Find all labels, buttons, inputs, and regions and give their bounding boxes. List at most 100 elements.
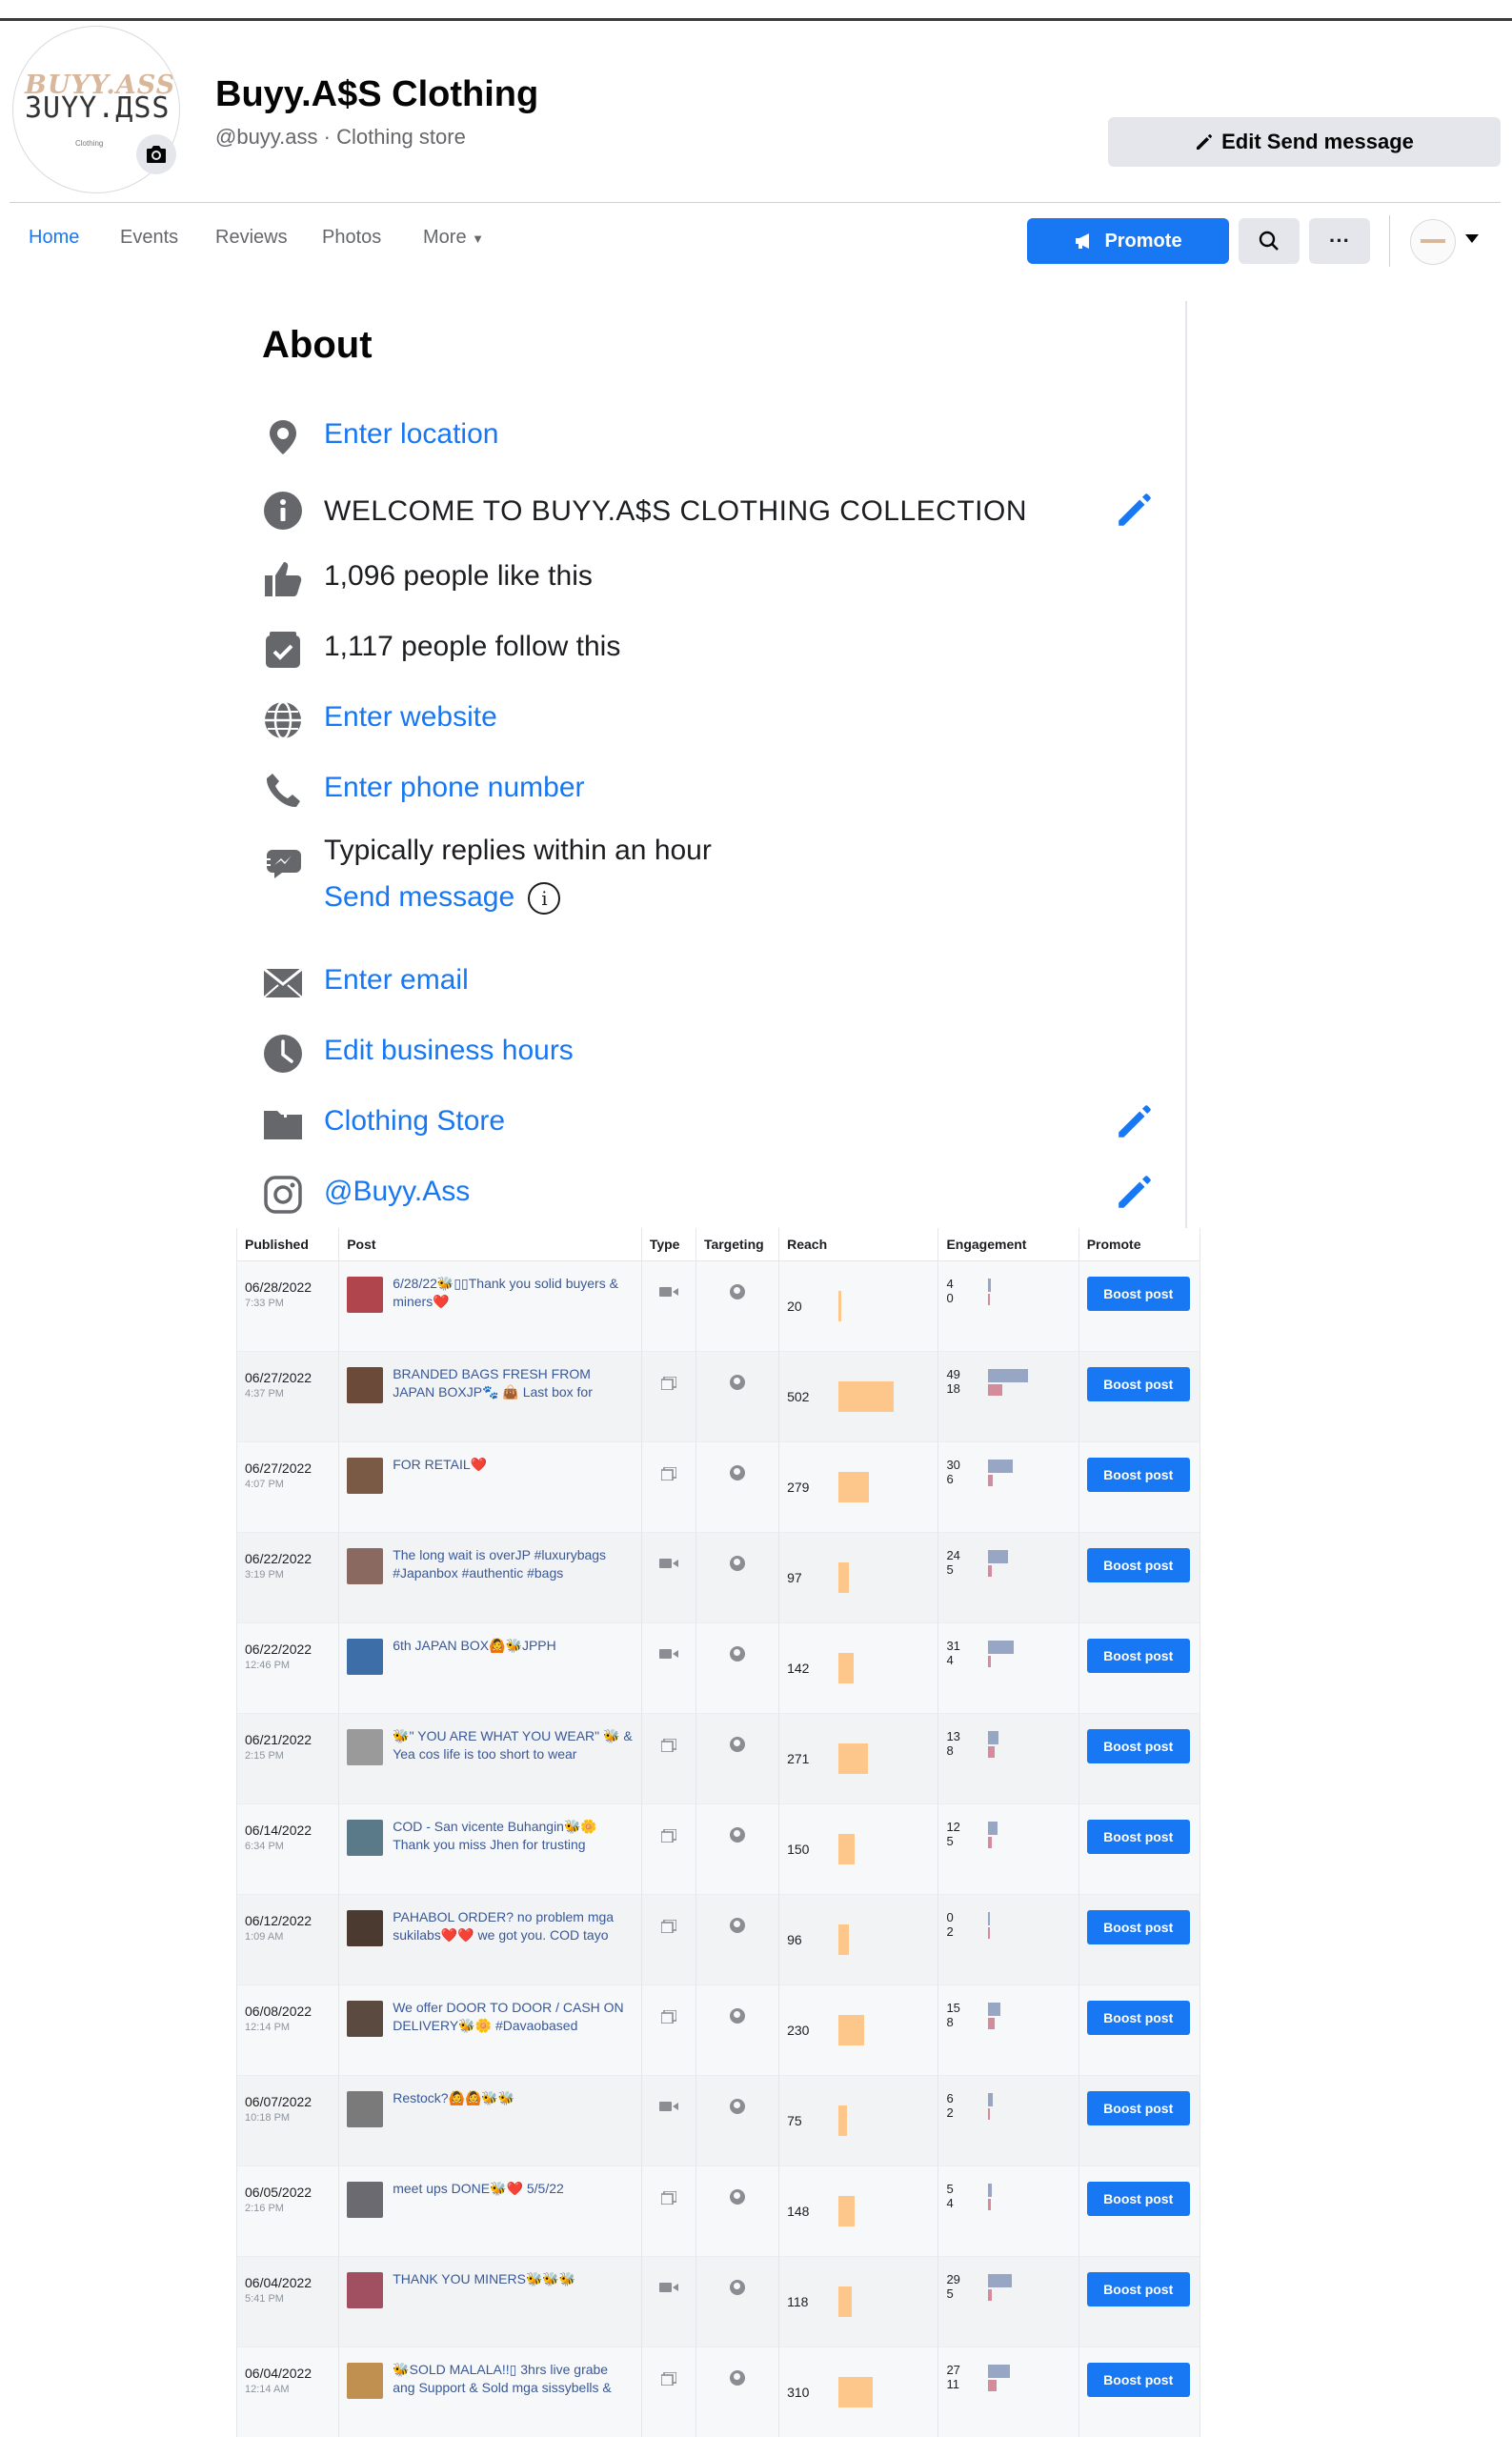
post-text[interactable]: meet ups DONE🐝❤️ 5/5/22 [393,2180,634,2218]
table-row[interactable]: 06/04/20225:41 PMTHANK YOU MINERS🐝🐝🐝1182… [237,2257,1200,2347]
post-text[interactable]: 6/28/22🐝▯▯Thank you solid buyers & miner… [393,1275,634,1313]
table-row[interactable]: 06/08/202212:14 PMWe offer DOOR TO DOOR … [237,1985,1200,2076]
boost-post-button[interactable]: Boost post [1087,2001,1190,2035]
table-row[interactable]: 06/14/20226:34 PMCOD - San vicente Buhan… [237,1804,1200,1895]
account-avatar[interactable] [1410,219,1456,265]
post-thumbnail[interactable] [347,2001,383,2037]
email-link[interactable]: Enter email [324,964,469,997]
table-row[interactable]: 06/12/20221:09 AMPAHABOL ORDER? no probl… [237,1895,1200,1985]
info-circle-icon[interactable]: i [528,882,560,915]
table-row[interactable]: 06/22/20223:19 PM The long wait is overJP… [237,1533,1200,1623]
boost-post-button[interactable]: Boost post [1087,1639,1190,1673]
edit-send-message-button[interactable]: Edit Send message [1108,117,1501,167]
account-caret-icon[interactable] [1465,234,1479,243]
post-cell[interactable]: BRANDED BAGS FRESH FROM JAPAN BOXJP🐾 👜 L… [339,1352,642,1442]
post-thumbnail[interactable] [347,1458,383,1494]
post-cell[interactable]: 6/28/22🐝▯▯Thank you solid buyers & miner… [339,1261,642,1352]
post-thumbnail[interactable] [347,1729,383,1765]
published-cell: 06/22/20223:19 PM [237,1533,339,1623]
camera-icon[interactable] [136,134,176,174]
post-cell[interactable]: THANK YOU MINERS🐝🐝🐝 [339,2257,642,2347]
post-thumbnail[interactable] [347,1548,383,1584]
location-link[interactable]: Enter location [324,418,498,451]
table-row[interactable]: 06/28/20227:33 PM6/28/22🐝▯▯Thank you sol… [237,1261,1200,1352]
tab-photos[interactable]: Photos [322,227,381,249]
post-cell[interactable]: 6th JAPAN BOX🙆🐝JPPH [339,1623,642,1714]
header-divider [10,202,1501,203]
col-published[interactable]: Published [237,1228,339,1261]
post-cell[interactable]: The long wait is overJP #luxurybags #Jap… [339,1533,642,1623]
more-options-button[interactable]: ··· [1309,218,1370,264]
post-text[interactable]: Restock?🙆🙆🐝🐝 [393,2089,634,2127]
post-cell[interactable]: We offer DOOR TO DOOR / CASH ON DELIVERY… [339,1985,642,2076]
tab-more[interactable]: More ▼ [423,227,484,249]
post-text[interactable]: PAHABOL ORDER? no problem mga sukilabs❤️… [393,1908,634,1946]
post-text[interactable]: We offer DOOR TO DOOR / CASH ON DELIVERY… [393,1999,634,2037]
post-cell[interactable]: Restock?🙆🙆🐝🐝 [339,2076,642,2166]
boost-post-button[interactable]: Boost post [1087,2182,1190,2216]
instagram-link[interactable]: @Buyy.Ass [324,1176,470,1208]
website-link[interactable]: Enter website [324,701,497,734]
post-thumbnail[interactable] [347,1820,383,1856]
post-text[interactable]: THANK YOU MINERS🐝🐝🐝 [393,2270,634,2308]
business-hours-link[interactable]: Edit business hours [324,1035,574,1067]
post-thumbnail[interactable] [347,1639,383,1675]
tab-events[interactable]: Events [120,227,178,249]
boost-post-button[interactable]: Boost post [1087,1548,1190,1582]
tab-reviews[interactable]: Reviews [215,227,288,249]
table-row[interactable]: 06/05/20222:16 PMmeet ups DONE🐝❤️ 5/5/22… [237,2166,1200,2257]
col-reach[interactable]: Reach [779,1228,938,1261]
type-cell [641,1714,696,1804]
boost-post-button[interactable]: Boost post [1087,2363,1190,2397]
post-thumbnail[interactable] [347,1277,383,1313]
table-row[interactable]: 06/04/202212:14 AM🐝SOLD MALALA!!▯ 3hrs l… [237,2347,1200,2437]
post-text[interactable]: 🐝" YOU ARE WHAT YOU WEAR" 🐝 & Yea cos li… [393,1727,634,1765]
post-thumbnail[interactable] [347,2272,383,2308]
boost-post-button[interactable]: Boost post [1087,2091,1190,2125]
post-text[interactable]: 6th JAPAN BOX🙆🐝JPPH [393,1637,634,1675]
table-row[interactable]: 06/27/20224:07 PMFOR RETAIL❤️279306Boost… [237,1442,1200,1533]
post-thumbnail[interactable] [347,2091,383,2127]
edit-pencil-icon[interactable] [1115,1101,1155,1141]
boost-post-button[interactable]: Boost post [1087,1367,1190,1401]
table-row[interactable]: 06/27/20224:37 PMBRANDED BAGS FRESH FROM… [237,1352,1200,1442]
post-text[interactable]: 🐝SOLD MALALA!!▯ 3hrs live grabe ang Supp… [393,2361,634,2399]
post-text[interactable]: The long wait is overJP #luxurybags #Jap… [393,1546,634,1584]
category-link[interactable]: Clothing Store [324,1105,505,1138]
col-engagement[interactable]: Engagement [938,1228,1079,1261]
post-cell[interactable]: 🐝SOLD MALALA!!▯ 3hrs live grabe ang Supp… [339,2347,642,2437]
post-thumbnail[interactable] [347,1910,383,1946]
post-thumbnail[interactable] [347,2363,383,2399]
reach-cell: 75 [779,2076,938,2166]
tab-home[interactable]: Home [29,227,79,249]
engagement-value-2: 4 [946,2196,975,2210]
table-row[interactable]: 06/07/202210:18 PMRestock?🙆🙆🐝🐝7562Boost … [237,2076,1200,2166]
post-thumbnail[interactable] [347,1367,383,1403]
boost-post-button[interactable]: Boost post [1087,1277,1190,1311]
post-text[interactable]: FOR RETAIL❤️ [393,1456,634,1494]
send-message-link[interactable]: Send message i [324,881,560,915]
table-row[interactable]: 06/22/202212:46 PM6th JAPAN BOX🙆🐝JPPH142… [237,1623,1200,1714]
post-thumbnail[interactable] [347,2182,383,2218]
post-cell[interactable]: 🐝" YOU ARE WHAT YOU WEAR" 🐝 & Yea cos li… [339,1714,642,1804]
boost-post-button[interactable]: Boost post [1087,2272,1190,2306]
post-cell[interactable]: meet ups DONE🐝❤️ 5/5/22 [339,2166,642,2257]
table-row[interactable]: 06/21/20222:15 PM🐝" YOU ARE WHAT YOU WEA… [237,1714,1200,1804]
promote-button[interactable]: Promote [1027,218,1229,264]
boost-post-button[interactable]: Boost post [1087,1458,1190,1492]
edit-pencil-icon[interactable] [1115,1172,1155,1212]
boost-post-button[interactable]: Boost post [1087,1910,1190,1944]
post-text[interactable]: BRANDED BAGS FRESH FROM JAPAN BOXJP🐾 👜 L… [393,1365,634,1403]
edit-pencil-icon[interactable] [1115,490,1155,530]
globe-icon [730,2370,745,2386]
post-text[interactable]: COD - San vicente Buhangin🐝🌼 Thank you m… [393,1818,634,1856]
post-cell[interactable]: PAHABOL ORDER? no problem mga sukilabs❤️… [339,1895,642,1985]
search-button[interactable] [1239,218,1300,264]
phone-link[interactable]: Enter phone number [324,772,585,804]
engagement-value-1: 15 [946,2001,975,2015]
globe-icon [730,1827,745,1843]
post-cell[interactable]: FOR RETAIL❤️ [339,1442,642,1533]
post-cell[interactable]: COD - San vicente Buhangin🐝🌼 Thank you m… [339,1804,642,1895]
boost-post-button[interactable]: Boost post [1087,1729,1190,1763]
boost-post-button[interactable]: Boost post [1087,1820,1190,1854]
